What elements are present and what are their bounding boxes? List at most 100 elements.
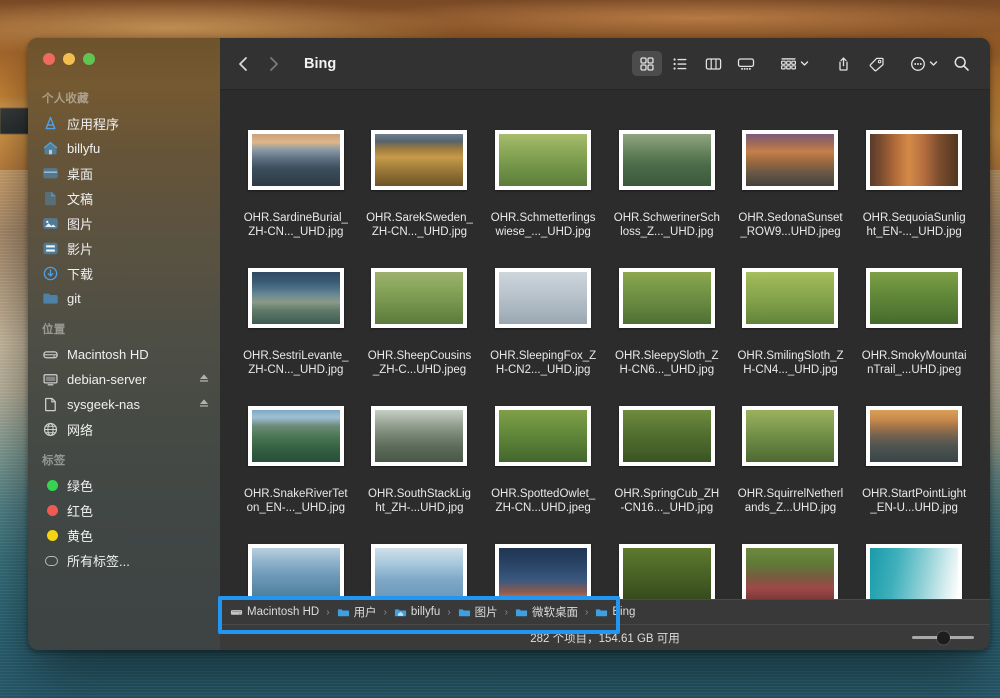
file-item[interactable]: OHR.SquirrelNetherlands_Z...UHD.jpg [729, 388, 853, 515]
more-actions-button[interactable] [905, 51, 943, 76]
file-thumbnail[interactable] [495, 406, 591, 466]
file-thumbnail[interactable] [742, 544, 838, 599]
search-button[interactable] [946, 51, 976, 76]
file-thumbnail[interactable] [619, 130, 715, 190]
minimize-button[interactable] [63, 53, 75, 65]
file-thumbnail[interactable] [866, 130, 962, 190]
file-item[interactable]: OHR.SleepingFox_ZH-CN2..._UHD.jpg [481, 250, 605, 377]
file-thumbnail[interactable] [866, 268, 962, 328]
sidebar-item-影片[interactable]: 影片 [28, 236, 220, 261]
file-thumbnail[interactable] [248, 130, 344, 190]
close-button[interactable] [43, 53, 55, 65]
list-view-button[interactable] [665, 51, 695, 76]
file-thumbnail-wrap [733, 112, 849, 208]
desktop-background: 个人收藏应用程序billyfu桌面文稿图片影片下载git位置Macintosh … [0, 0, 1000, 698]
tag-dot-icon [42, 527, 59, 544]
file-thumbnail[interactable] [742, 130, 838, 190]
share-button[interactable] [828, 51, 858, 76]
sidebar-item-桌面[interactable]: 桌面 [28, 161, 220, 186]
sidebar-item-macintosh-hd[interactable]: Macintosh HD [28, 342, 220, 367]
sidebar-item-下载[interactable]: 下载 [28, 261, 220, 286]
sidebar-item-黄色[interactable]: 黄色 [28, 523, 220, 548]
sidebar-item-label: 下载 [67, 264, 190, 283]
group-by-button[interactable] [775, 51, 814, 76]
sidebar-item-文稿[interactable]: 文稿 [28, 186, 220, 211]
file-item[interactable] [852, 526, 976, 599]
file-item[interactable] [729, 526, 853, 599]
sidebar-item-billyfu[interactable]: billyfu [28, 136, 220, 161]
file-item[interactable]: OHR.StartPointLight_EN-U...UHD.jpg [852, 388, 976, 515]
file-item[interactable]: OHR.SedonaSunset_ROW9...UHD.jpeg [729, 112, 853, 239]
breadcrumb-item[interactable]: 图片 [458, 604, 498, 620]
back-button[interactable] [230, 51, 256, 77]
file-thumbnail[interactable] [371, 544, 467, 599]
sidebar-group-title: 标签 [28, 442, 220, 473]
harddisk-icon [42, 346, 59, 363]
file-item[interactable]: OHR.SpringCub_ZH-CN16..._UHD.jpg [605, 388, 729, 515]
forward-button[interactable] [260, 51, 286, 77]
columns-icon [705, 56, 722, 72]
file-item[interactable]: OHR.SheepCousins_ZH-C...UHD.jpeg [358, 250, 482, 377]
eject-button[interactable] [198, 372, 210, 387]
file-thumbnail[interactable] [742, 268, 838, 328]
sidebar-item-sysgeek-nas[interactable]: sysgeek-nas [28, 392, 220, 417]
file-item[interactable]: OHR.SmokyMountainTrail_...UHD.jpeg [852, 250, 976, 377]
icon-size-slider[interactable] [912, 632, 974, 644]
sidebar-item-所有标签...[interactable]: 所有标签... [28, 548, 220, 573]
gallery-view-button[interactable] [731, 51, 761, 76]
file-thumbnail[interactable] [619, 406, 715, 466]
icon-view-button[interactable] [632, 51, 662, 76]
file-thumbnail[interactable] [248, 268, 344, 328]
sidebar-item-git[interactable]: git [28, 286, 220, 311]
file-item[interactable]: OHR.SchwerinerSchloss_Z..._UHD.jpg [605, 112, 729, 239]
slider-knob[interactable] [937, 631, 950, 644]
sidebar-item-绿色[interactable]: 绿色 [28, 473, 220, 498]
sidebar-item-网络[interactable]: 网络 [28, 417, 220, 442]
file-thumbnail[interactable] [495, 544, 591, 599]
file-item[interactable]: OHR.SestriLevante_ZH-CN..._UHD.jpg [234, 250, 358, 377]
sidebar-item-应用程序[interactable]: 应用程序 [28, 111, 220, 136]
sidebar-item-debian-server[interactable]: debian-server [28, 367, 220, 392]
file-thumbnail[interactable] [371, 130, 467, 190]
file-item[interactable]: OHR.SardineBurial_ZH-CN..._UHD.jpg [234, 112, 358, 239]
file-item[interactable] [605, 526, 729, 599]
breadcrumb[interactable]: Macintosh HD›用户›billyfu›图片›微软桌面›Bing [220, 599, 990, 624]
breadcrumb-separator: › [326, 607, 329, 618]
file-grid-scroll[interactable]: OHR.SardineBurial_ZH-CN..._UHD.jpgOHR.Sa… [220, 90, 990, 599]
file-item[interactable]: OHR.SleepySloth_ZH-CN6..._UHD.jpg [605, 250, 729, 377]
breadcrumb-item[interactable]: Bing [595, 606, 635, 619]
file-thumbnail[interactable] [866, 406, 962, 466]
file-item[interactable]: OHR.SpottedOwlet_ZH-CN...UHD.jpeg [481, 388, 605, 515]
file-item[interactable]: OHR.Schmetterlingswiese_..._UHD.jpg [481, 112, 605, 239]
zoom-button[interactable] [83, 53, 95, 65]
file-thumbnail[interactable] [866, 544, 962, 599]
file-item[interactable]: OHR.SnakeRiverTeton_EN-..._UHD.jpg [234, 388, 358, 515]
file-thumbnail[interactable] [495, 130, 591, 190]
breadcrumb-item[interactable]: billyfu [394, 606, 440, 619]
eject-button[interactable] [198, 397, 210, 412]
file-item[interactable] [358, 526, 482, 599]
file-item[interactable]: OHR.SequoiaSunlight_EN-..._UHD.jpg [852, 112, 976, 239]
file-item[interactable] [481, 526, 605, 599]
file-thumbnail[interactable] [619, 544, 715, 599]
breadcrumb-item[interactable]: 微软桌面 [515, 604, 578, 620]
file-thumbnail[interactable] [619, 268, 715, 328]
file-thumbnail[interactable] [248, 406, 344, 466]
breadcrumb-item[interactable]: 用户 [337, 604, 377, 620]
sidebar-item-图片[interactable]: 图片 [28, 211, 220, 236]
file-thumbnail[interactable] [248, 544, 344, 599]
file-item[interactable]: OHR.SmilingSloth_ZH-CN4..._UHD.jpg [729, 250, 853, 377]
file-item[interactable]: OHR.SarekSweden_ZH-CN..._UHD.jpg [358, 112, 482, 239]
sidebar-item-红色[interactable]: 红色 [28, 498, 220, 523]
tag-button[interactable] [861, 51, 891, 76]
breadcrumb-item[interactable]: Macintosh HD [230, 606, 319, 619]
thumbnail-image [870, 410, 958, 462]
file-thumbnail[interactable] [371, 268, 467, 328]
file-item[interactable] [234, 526, 358, 599]
file-thumbnail[interactable] [371, 406, 467, 466]
column-view-button[interactable] [698, 51, 728, 76]
thumbnail-image [870, 134, 958, 186]
file-item[interactable]: OHR.SouthStackLight_ZH-...UHD.jpg [358, 388, 482, 515]
file-thumbnail[interactable] [742, 406, 838, 466]
file-thumbnail[interactable] [495, 268, 591, 328]
